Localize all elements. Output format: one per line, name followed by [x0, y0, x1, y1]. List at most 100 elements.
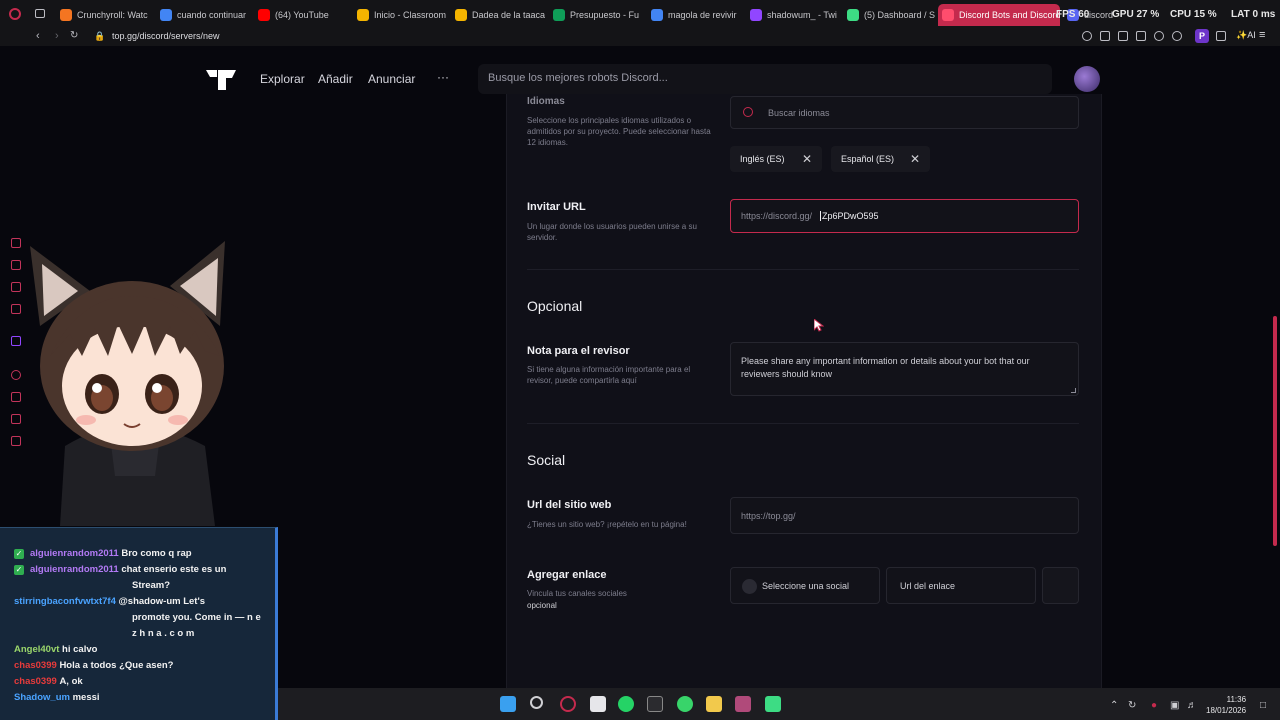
opera-logo-icon[interactable]	[9, 8, 21, 20]
topgg-logo-icon[interactable]	[206, 70, 236, 90]
website-input[interactable]: https://top.gg/	[730, 497, 1079, 534]
forward-icon[interactable]: ›	[55, 30, 59, 42]
search-icon[interactable]	[530, 696, 543, 709]
pin-icon[interactable]	[1082, 31, 1092, 41]
chat-message: ✓ alguienrandom2011 Bro como q rap	[14, 546, 192, 561]
back-icon[interactable]: ‹	[36, 30, 40, 42]
reviewer-note-textarea[interactable]: Please share any important information o…	[730, 342, 1079, 396]
extension-icon[interactable]	[1118, 31, 1128, 41]
tab-favicon-icon	[455, 9, 467, 21]
tab-favicon-icon	[553, 9, 565, 21]
taskbar-clock[interactable]: 11:36 18/01/2026	[1206, 694, 1246, 716]
vtuber-avatar	[30, 241, 225, 526]
tab-favicon-icon	[750, 9, 762, 21]
notifications-icon[interactable]: □	[1260, 700, 1266, 711]
browser-tab[interactable]: Presupuesto - Fu	[549, 4, 643, 26]
nav-anadir[interactable]: Añadir	[318, 72, 353, 86]
add-link-label: Agregar enlace	[527, 569, 607, 581]
chat-username[interactable]: alguienrandom2011	[30, 564, 119, 575]
browser-tab[interactable]: (64) YouTube	[254, 4, 348, 26]
heart-icon[interactable]	[1172, 31, 1182, 41]
website-placeholder: https://top.gg/	[741, 511, 796, 521]
network-icon[interactable]: ▣	[1170, 700, 1179, 711]
chat-username[interactable]: stirringbaconfvwtxt7f4	[14, 596, 116, 607]
nav-anunciar[interactable]: Anunciar	[368, 72, 415, 86]
website-help: ¿Tienes un sitio web? ¡repételo en tu pá…	[527, 520, 687, 529]
nav-more-icon[interactable]: ···	[437, 70, 449, 84]
website-label: Url del sitio web	[527, 499, 612, 511]
opera-gx-icon[interactable]	[560, 696, 576, 712]
languages-search-placeholder: Buscar idiomas	[768, 108, 830, 118]
remove-chip-icon[interactable]: ✕	[802, 152, 812, 166]
reload-icon[interactable]: ↻	[70, 30, 78, 41]
remove-chip-icon[interactable]: ✕	[910, 152, 920, 166]
browser-tab[interactable]: cuando continuar	[156, 4, 250, 26]
cube-icon[interactable]	[1136, 31, 1146, 41]
chat-username[interactable]: alguienrandom2011	[30, 548, 119, 559]
cpu-readout: CPU 15 %	[1170, 9, 1217, 20]
snapshot-icon[interactable]	[1100, 31, 1110, 41]
chat-message: ✓ alguienrandom2011 chat enserio este es …	[14, 562, 226, 577]
chip-label: Español (ES)	[841, 154, 895, 164]
language-chip-espanol: Español (ES) ✕	[831, 146, 930, 172]
site-search-input[interactable]: Busque los mejores robots Discord...	[478, 64, 1052, 94]
browser-tab[interactable]: (5) Dashboard / St	[843, 4, 935, 26]
invite-url-prefix: https://discord.gg/	[741, 211, 813, 221]
browser-tab[interactable]: Discord Bots and Discord	[938, 4, 1060, 26]
languages-search-input[interactable]: Buscar idiomas	[730, 96, 1079, 129]
fps-readout: FPS 60	[1056, 9, 1090, 20]
chat-username[interactable]: chas0399	[14, 660, 57, 671]
social-select[interactable]: Seleccione una social	[730, 567, 880, 604]
browser-tab[interactable]: shadowum_ - Twi	[746, 4, 840, 26]
lock-icon: 🔒	[94, 31, 106, 41]
reviewer-note-placeholder: Please share any important information o…	[741, 356, 1030, 379]
whatsapp-icon[interactable]	[618, 696, 634, 712]
capcut-icon[interactable]	[647, 696, 663, 712]
reviewer-note-label: Nota para el revisor	[527, 345, 630, 357]
chat-username[interactable]: Shadow_um	[14, 692, 70, 703]
ai-button[interactable]: ✨AI	[1236, 30, 1256, 41]
play-icon[interactable]	[1154, 31, 1164, 41]
invite-url-value: Zp6PDwO595	[820, 211, 879, 221]
media-app-icon[interactable]	[735, 696, 751, 712]
sync-icon[interactable]: ↻	[1128, 700, 1136, 711]
user-avatar[interactable]	[1074, 66, 1100, 92]
volume-icon[interactable]: ♬	[1187, 700, 1197, 711]
browser-tab[interactable]: magola de revivir	[647, 4, 741, 26]
tab-favicon-icon	[847, 9, 859, 21]
browser-tab[interactable]: Dadea de la taaca	[451, 4, 545, 26]
browser-tab[interactable]: Inicio - Classroom	[353, 4, 447, 26]
notes-icon[interactable]	[590, 696, 606, 712]
start-icon[interactable]	[500, 696, 516, 712]
invite-url-label: Invitar URL	[527, 201, 586, 213]
chat-message: Stream?	[132, 578, 170, 593]
search-icon	[743, 107, 753, 117]
android-studio-icon[interactable]	[765, 696, 781, 712]
tab-favicon-icon	[651, 9, 663, 21]
download-icon[interactable]	[1216, 31, 1226, 41]
menu-icon[interactable]: ≡	[1259, 29, 1265, 41]
tray-chevron-icon[interactable]: ⌃	[1110, 700, 1118, 711]
mic-icon[interactable]: ●	[1151, 700, 1157, 711]
chat-username[interactable]: chas0399	[14, 676, 57, 687]
link-url-input[interactable]: Url del enlace	[886, 567, 1036, 604]
nav-explorar[interactable]: Explorar	[260, 72, 305, 86]
page-scrollbar[interactable]	[1273, 316, 1277, 546]
chat-username[interactable]: Angel40vt	[14, 644, 59, 655]
browser-tab[interactable]: Crunchyroll: Watc	[56, 4, 152, 26]
add-link-button[interactable]	[1042, 567, 1079, 604]
resize-handle-icon[interactable]	[1071, 388, 1076, 393]
chat-message: stirringbaconfvwtxt7f4 @shadow-um Let's	[14, 594, 205, 609]
file-explorer-icon[interactable]	[706, 696, 722, 712]
tab-label: Crunchyroll: Watc	[77, 10, 148, 20]
invite-url-input[interactable]: https://discord.gg/ Zp6PDwO595	[730, 199, 1079, 233]
language-chip-ingles: Inglés (ES) ✕	[730, 146, 822, 172]
chat-text: hi calvo	[62, 644, 98, 655]
profile-avatar[interactable]: P	[1195, 29, 1209, 43]
tab-favicon-icon	[60, 9, 72, 21]
tab-label: Presupuesto - Fu	[570, 10, 640, 20]
tab-menu-icon[interactable]	[35, 9, 45, 18]
razer-icon[interactable]	[677, 696, 693, 712]
url-field[interactable]: top.gg/discord/servers/new	[112, 31, 220, 41]
add-link-optional: opcional	[527, 601, 557, 610]
